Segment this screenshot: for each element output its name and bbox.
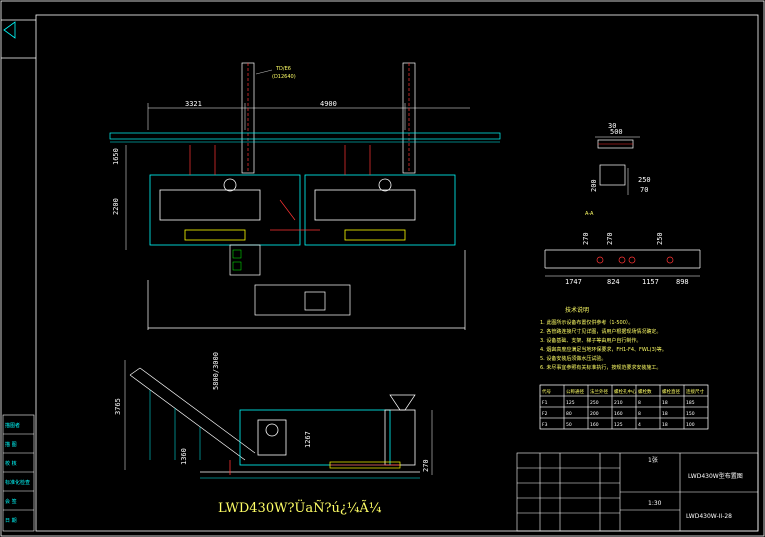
table-cell: 18 [662, 411, 668, 417]
table-cell: 80 [566, 411, 572, 417]
boiler-layout-drawing: 描图者 描 图 校 核 标准化检查 会 签 日 期 3321 4900 TD/E… [0, 0, 765, 537]
table-cell: 250 [590, 400, 599, 406]
drawing-frame [0, 0, 765, 537]
table-cell: 8 [638, 411, 641, 417]
table-cell: 150 [686, 411, 695, 417]
detail-dim-30: 30 [608, 122, 616, 130]
margin-label-4: 标准化检查 [5, 479, 30, 486]
note-1: 1. 此图所示设备布置仅供参考（1-500）。 [540, 319, 633, 326]
chimney-note-2: (D12640) [272, 74, 296, 80]
note-6: 6. 未尽事宜参照有关标准执行，按规范要求安装施工。 [540, 364, 661, 371]
table-header-cell: 连接尺寸 [686, 388, 704, 395]
left-margin-block [2, 414, 35, 532]
note-4: 4. 烟囱高度应满足当地环保要求，FH1-F4、FWL(3)等。 [540, 346, 667, 353]
dim-top-right: 4900 [320, 100, 337, 108]
table-cell: F1 [542, 400, 548, 406]
corner-mark-icon [3, 21, 16, 39]
table-cell: F3 [542, 422, 548, 428]
main-title: LWD430W?ÜaÑ?ú¿¼Ã¼ [218, 499, 382, 516]
dim-elev-mid: 1360 [180, 448, 188, 465]
boiler-unit-left [149, 174, 301, 246]
dim-elev-inner: 1267 [304, 431, 312, 448]
title-block-scale: 1:30 [648, 500, 662, 507]
title-block-sheet: 1张 [648, 456, 658, 464]
table-cell: 160 [590, 422, 599, 428]
table-cell: 125 [566, 400, 575, 406]
detail-dim-250: 250 [638, 176, 651, 184]
detail-hdim-4: 898 [676, 278, 689, 286]
note-2: 2. 各管路连接尺寸见详图，请用户根据现场情况确定。 [540, 328, 661, 335]
table-header-cell: 法兰外径 [590, 388, 608, 395]
table-cell: 50 [566, 422, 572, 428]
table-cell: 100 [686, 422, 695, 428]
table-cell: 18 [662, 422, 668, 428]
margin-label-5: 会 签 [5, 498, 17, 505]
table-header-cell: 代号 [542, 388, 551, 395]
table-cell: 200 [590, 411, 599, 417]
note-5: 5. 设备安装后须做水压试验。 [540, 355, 606, 362]
section-label: A-A [585, 211, 594, 217]
pipes-plan [189, 145, 371, 231]
table-cell: 160 [614, 411, 623, 417]
elevation-view: 3765 1360 5800/3000 270 1267 [114, 352, 433, 479]
roof-beam [109, 132, 501, 140]
detail-section-aa: A-A 270 270 250 1747 824 1157 898 [544, 211, 701, 286]
dim-elev-upper: 5800/3000 [212, 352, 220, 390]
table-cell: 8 [638, 400, 641, 406]
detail-hdim-1: 1747 [565, 278, 582, 286]
detail-dim-70: 70 [640, 186, 648, 194]
table-cell: 18 [662, 400, 668, 406]
chimney-note: TD/E6 [275, 66, 291, 72]
dim-left-lower: 2200 [112, 198, 120, 215]
boiler-elevation [239, 409, 416, 466]
dim-top-left: 3321 [185, 100, 202, 108]
title-block-project: LWD430W型布置图 [688, 472, 743, 480]
boiler-unit-right [304, 174, 456, 246]
margin-label-2: 描 图 [5, 441, 17, 448]
table-header-cell: 螺栓孔中心 [614, 388, 637, 395]
table-header-cell: 螺栓直径 [662, 388, 680, 395]
table-header-cell: 螺栓数 [638, 388, 652, 395]
inclined-conveyor [129, 367, 256, 461]
plan-view: 3321 4900 TD/E6 (D12640) 1650 2200 [109, 62, 501, 330]
technical-notes: 技术说明 1. 此图所示设备布置仅供参考（1-500）。 2. 各管路连接尺寸见… [540, 306, 667, 371]
detail-hdim-2: 824 [607, 278, 620, 286]
detail-top: 500 30 200 250 70 [590, 122, 651, 195]
table-cell: 185 [686, 400, 695, 406]
table-cell: F2 [542, 411, 548, 417]
table-cell: 125 [614, 422, 623, 428]
table-cell: 210 [614, 400, 623, 406]
margin-label-1: 描图者 [5, 422, 20, 429]
note-3: 3. 设备基础、支架、梯子等由用户自行制作。 [540, 337, 641, 344]
detail-vdim-1: 270 [582, 232, 590, 245]
dim-elev-height: 3765 [114, 398, 122, 415]
notes-title: 技术说明 [565, 306, 589, 314]
margin-label-6: 日 期 [5, 518, 17, 524]
dim-left-upper: 1650 [112, 148, 120, 165]
detail-vdim-2: 270 [606, 232, 614, 245]
detail-dim-200: 200 [590, 179, 598, 192]
hopper [389, 394, 416, 411]
spec-table: 代号 公称通径 法兰外径 螺栓孔中心 螺栓数 螺栓直径 连接尺寸 F1 125 250 210 8 18… [539, 384, 709, 430]
table-cell: 4 [638, 422, 641, 428]
title-block-code: LWD430W-II-28 [686, 513, 732, 520]
chimney-left [241, 62, 255, 174]
margin-label-3: 校 核 [5, 460, 17, 467]
detail-vdim-3: 250 [656, 232, 664, 245]
table-header-cell: 公称通径 [566, 388, 584, 395]
water-tank-platform [147, 244, 466, 330]
detail-hdim-3: 1157 [642, 278, 659, 286]
dim-elev-small: 270 [422, 459, 430, 472]
